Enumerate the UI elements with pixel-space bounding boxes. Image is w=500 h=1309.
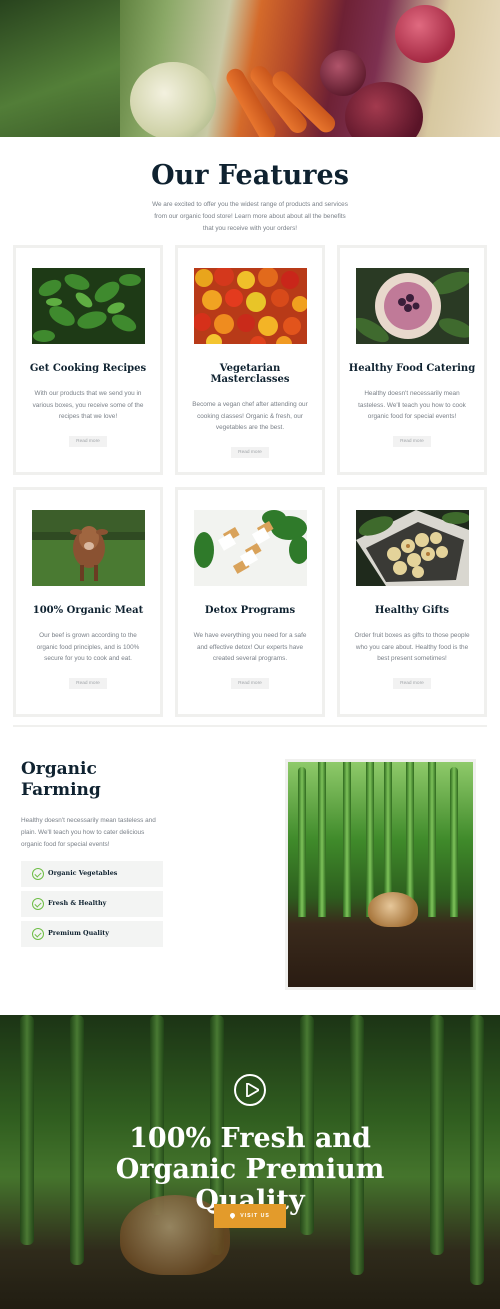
card-title: Get Cooking Recipes — [29, 363, 147, 374]
feature-card-detox: Detox Programs We have everything you ne… — [175, 487, 325, 717]
organic-title: Organic Farming — [21, 759, 101, 800]
feature-item-label: Organic Vegetables — [48, 869, 118, 877]
feature-item-fresh-healthy: Fresh & Healthy — [21, 891, 163, 917]
organic-text: Healthy doesn't necessarily mean tastele… — [21, 817, 156, 848]
card-title: Healthy Food Catering — [348, 363, 476, 374]
card-text: Order fruit boxes as gifts to those peop… — [354, 632, 470, 663]
detox-bottles-photo — [194, 510, 307, 586]
card-text: Our beef is grown according to the organ… — [36, 632, 140, 663]
feature-item-label: Premium Quality — [48, 929, 109, 937]
card-title: Vegetarian Masterclasses — [210, 363, 290, 385]
cta-banner: 100% Fresh and Organic Premium Quality V… — [0, 1015, 500, 1309]
card-title: Detox Programs — [204, 605, 296, 616]
card-text: We have everything you need for a safe a… — [193, 632, 307, 663]
map-pin-icon — [229, 1212, 237, 1220]
read-more-button[interactable]: Read more — [69, 436, 107, 447]
read-more-button[interactable]: Read more — [393, 436, 431, 447]
read-more-button[interactable]: Read more — [231, 678, 269, 689]
feature-item-label: Fresh & Healthy — [48, 899, 107, 907]
feature-item-organic-vegetables: Organic Vegetables — [21, 861, 163, 887]
section-divider — [13, 725, 487, 727]
hero-image — [0, 0, 500, 137]
card-text: Healthy doesn't necessarily mean tastele… — [358, 390, 466, 421]
cta-title: 100% Fresh and Organic Premium Quality — [115, 1123, 385, 1216]
check-circle-icon — [32, 898, 44, 910]
feature-item-premium-quality: Premium Quality — [21, 921, 163, 947]
bell-peppers-photo — [194, 268, 307, 344]
feature-card-recipes: Get Cooking Recipes With our products th… — [13, 245, 163, 475]
feature-card-meat: 100% Organic Meat Our beef is grown acco… — [13, 487, 163, 717]
check-circle-icon — [32, 928, 44, 940]
read-more-button[interactable]: Read more — [231, 447, 269, 458]
smoothie-bowl-photo — [356, 268, 469, 344]
feature-card-catering: Healthy Food Catering Healthy doesn't ne… — [337, 245, 487, 475]
read-more-button[interactable]: Read more — [393, 678, 431, 689]
cow-in-field-photo — [32, 510, 145, 586]
visit-us-button[interactable]: VISIT US — [214, 1204, 286, 1228]
play-icon[interactable] — [234, 1074, 266, 1106]
feature-card-gifts: Healthy Gifts Order fruit boxes as gifts… — [337, 487, 487, 717]
features-intro: We are excited to offer you the widest r… — [152, 201, 348, 232]
card-title: 100% Organic Meat — [32, 605, 144, 616]
onion-sprouts-photo — [285, 759, 476, 990]
feature-card-masterclasses: Vegetarian Masterclasses Become a vegan … — [175, 245, 325, 475]
visit-us-label: VISIT US — [240, 1213, 270, 1219]
check-circle-icon — [32, 868, 44, 880]
card-title: Healthy Gifts — [374, 605, 450, 616]
read-more-button[interactable]: Read more — [69, 678, 107, 689]
features-title: Our Features — [151, 160, 349, 191]
card-text: Become a vegan chef after attending our … — [192, 401, 308, 432]
fruit-box-photo — [356, 510, 469, 586]
basil-leaves-photo — [32, 268, 145, 344]
card-text: With our products that we send you in va… — [32, 390, 144, 421]
